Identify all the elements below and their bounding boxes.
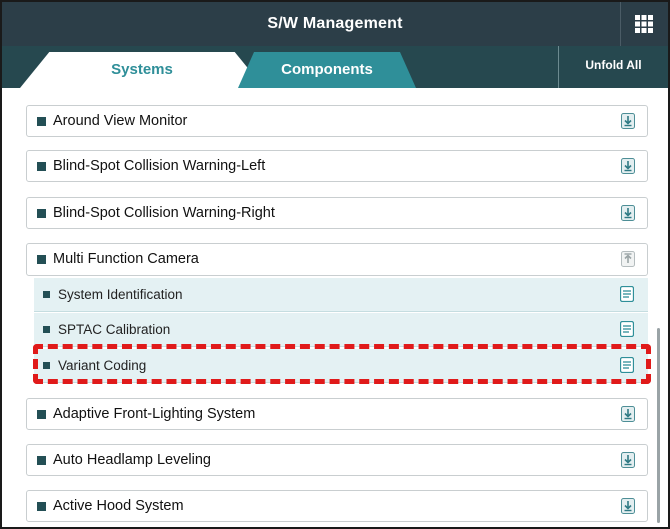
document-icon[interactable] bbox=[620, 321, 634, 337]
list-item-adaptive-front-lighting[interactable]: Adaptive Front-Lighting System bbox=[26, 398, 648, 430]
scrollbar[interactable] bbox=[657, 328, 660, 523]
list-item-around-view-monitor[interactable]: Around View Monitor bbox=[26, 105, 648, 137]
tab-bar: Systems Components Unfold All bbox=[2, 46, 668, 88]
sub-item-label: SPTAC Calibration bbox=[58, 322, 171, 337]
tab-components[interactable]: Components bbox=[238, 52, 416, 88]
download-icon[interactable] bbox=[621, 452, 635, 468]
bullet-icon bbox=[43, 291, 50, 298]
document-icon[interactable] bbox=[620, 286, 634, 302]
download-icon[interactable] bbox=[621, 158, 635, 174]
upload-icon[interactable] bbox=[621, 251, 635, 267]
list-item-label: Auto Headlamp Leveling bbox=[53, 452, 211, 468]
sub-item-sptac-calibration[interactable]: SPTAC Calibration bbox=[34, 313, 648, 347]
download-icon[interactable] bbox=[621, 406, 635, 422]
bullet-icon bbox=[43, 362, 50, 369]
sub-item-system-identification[interactable]: System Identification bbox=[34, 278, 648, 312]
list-item-auto-headlamp-leveling[interactable]: Auto Headlamp Leveling bbox=[26, 444, 648, 476]
list-item-label: Multi Function Camera bbox=[53, 251, 199, 267]
list-item-multi-function-camera[interactable]: Multi Function Camera bbox=[26, 243, 648, 276]
list-item-label: Active Hood System bbox=[53, 498, 184, 514]
bullet-icon bbox=[37, 209, 46, 218]
bullet-icon bbox=[37, 456, 46, 465]
list-item-active-hood-system[interactable]: Active Hood System bbox=[26, 490, 648, 522]
sub-item-label: Variant Coding bbox=[58, 358, 147, 373]
title-bar: S/W Management bbox=[2, 2, 668, 46]
unfold-all-button[interactable]: Unfold All bbox=[558, 46, 668, 88]
sub-item-variant-coding[interactable]: Variant Coding bbox=[34, 349, 648, 383]
sub-item-label: System Identification bbox=[58, 287, 183, 302]
bullet-icon bbox=[43, 326, 50, 333]
bullet-icon bbox=[37, 117, 46, 126]
download-icon[interactable] bbox=[621, 113, 635, 129]
document-icon[interactable] bbox=[620, 357, 634, 373]
page-title: S/W Management bbox=[267, 15, 403, 32]
bullet-icon bbox=[37, 410, 46, 419]
list-item-bscw-right[interactable]: Blind-Spot Collision Warning-Right bbox=[26, 197, 648, 229]
app-window: S/W Management Systems Components Unfold… bbox=[0, 0, 670, 529]
list-item-label: Blind-Spot Collision Warning-Right bbox=[53, 205, 275, 221]
grid-icon bbox=[635, 15, 653, 33]
bullet-icon bbox=[37, 255, 46, 264]
tab-systems[interactable]: Systems bbox=[20, 52, 264, 88]
bullet-icon bbox=[37, 162, 46, 171]
list-item-label: Around View Monitor bbox=[53, 113, 188, 129]
download-icon[interactable] bbox=[621, 205, 635, 221]
list-item-label: Adaptive Front-Lighting System bbox=[53, 406, 256, 422]
bullet-icon bbox=[37, 502, 46, 511]
list-item-bscw-left[interactable]: Blind-Spot Collision Warning-Left bbox=[26, 150, 648, 182]
systems-list: Around View Monitor Blind-Spot Collision… bbox=[2, 88, 668, 527]
download-icon[interactable] bbox=[621, 498, 635, 514]
menu-button[interactable] bbox=[620, 2, 666, 46]
list-item-label: Blind-Spot Collision Warning-Left bbox=[53, 158, 266, 174]
